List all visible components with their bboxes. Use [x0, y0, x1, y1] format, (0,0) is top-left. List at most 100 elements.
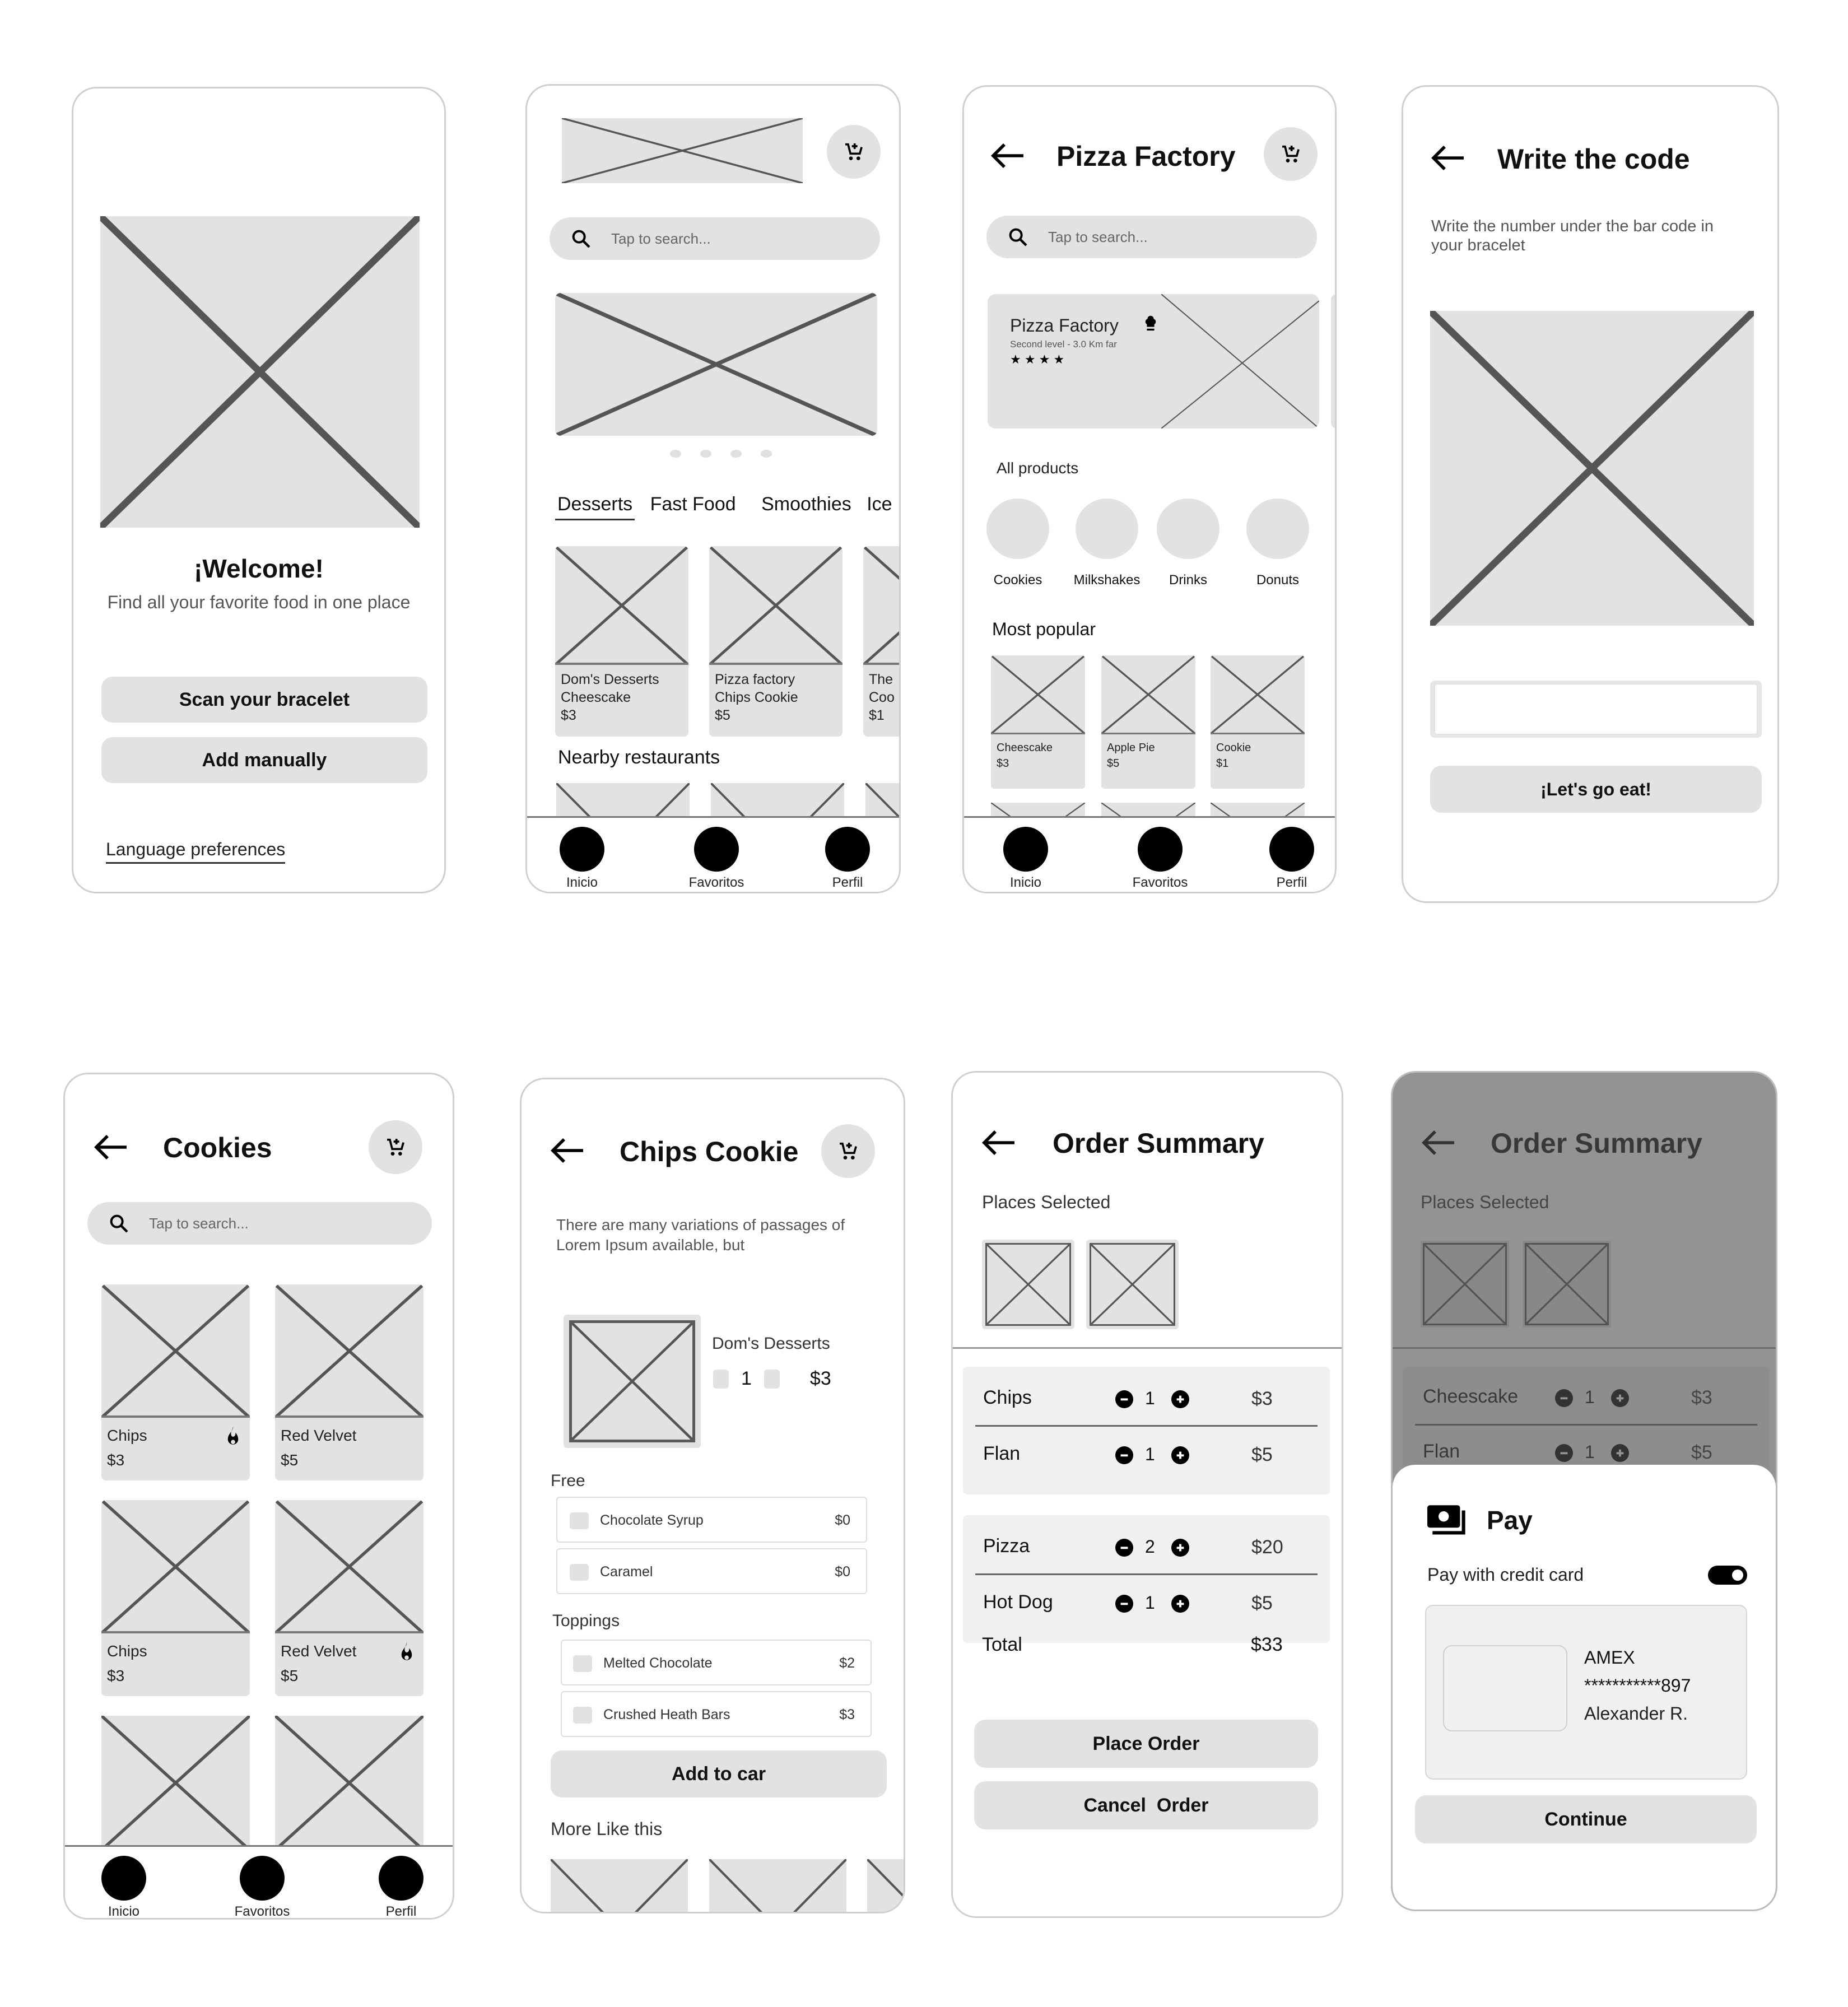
cart-button[interactable]	[827, 125, 881, 179]
decrease-button[interactable]	[1115, 1446, 1133, 1464]
free-section-title: Free	[551, 1472, 585, 1490]
tab-ice[interactable]: Ice	[867, 493, 892, 515]
featured-card[interactable]: Pizza factory Chips Cookie $5	[709, 546, 842, 737]
promo-banner-placeholder[interactable]	[555, 293, 877, 436]
nav-favoritos[interactable]: Favoritos	[229, 1856, 296, 1918]
cookie-card[interactable]	[275, 1716, 423, 1850]
related-card[interactable]	[551, 1859, 688, 1912]
place-order-button[interactable]: Place Order	[974, 1720, 1318, 1768]
search-bar[interactable]	[87, 1202, 432, 1245]
cookie-card[interactable]: Chips $3	[101, 1500, 250, 1696]
carousel-dot[interactable]	[730, 450, 742, 458]
tab-fast-food[interactable]: Fast Food	[650, 493, 736, 515]
cookie-card[interactable]: Chips $3	[101, 1284, 250, 1480]
page-title: Chips Cookie	[620, 1136, 799, 1167]
increase-quantity-button[interactable]	[764, 1369, 780, 1389]
back-button[interactable]	[981, 1129, 1017, 1157]
selected-place[interactable]	[1086, 1240, 1179, 1329]
popular-name: Cookie	[1216, 742, 1251, 754]
tab-smoothies[interactable]: Smoothies	[761, 493, 851, 515]
language-preferences-link[interactable]: Language preferences	[106, 839, 286, 864]
nav-perfil[interactable]: Perfil	[1258, 827, 1325, 891]
nav-favoritos[interactable]: Favoritos	[1127, 827, 1194, 891]
topping-name: Crushed Heath Bars	[603, 1707, 730, 1722]
decrease-button[interactable]	[1115, 1539, 1133, 1557]
payment-title: Pay	[1487, 1506, 1533, 1535]
cart-button[interactable]	[369, 1120, 422, 1174]
option-checkbox[interactable]	[570, 1564, 589, 1581]
restaurant-banner[interactable]: Pizza Factory Second level - 3.0 Km far …	[988, 294, 1319, 429]
featured-card[interactable]: The Coo $1	[863, 546, 899, 737]
featured-restaurant: The	[869, 672, 893, 687]
category-image	[1157, 499, 1219, 559]
item-name: Flan	[983, 1443, 1021, 1464]
decrease-quantity-button[interactable]	[713, 1369, 729, 1389]
decrease-button[interactable]	[1115, 1390, 1133, 1408]
increase-button[interactable]	[1171, 1595, 1189, 1613]
back-button[interactable]	[1430, 144, 1466, 172]
scan-bracelet-button[interactable]: Scan your bracelet	[101, 677, 427, 723]
popular-card[interactable]: Apple Pie $5	[1101, 655, 1195, 789]
code-input-frame	[1430, 681, 1762, 738]
add-to-cart-button[interactable]: Add to car	[551, 1750, 887, 1798]
featured-card[interactable]: Dom's Desserts Cheescake $3	[555, 546, 688, 737]
search-input[interactable]	[611, 230, 828, 248]
decrease-button[interactable]	[1115, 1595, 1133, 1613]
carousel-dot[interactable]	[670, 450, 681, 458]
continue-button[interactable]: Continue	[1415, 1795, 1757, 1843]
cart-button[interactable]	[1264, 127, 1318, 181]
nav-inicio[interactable]: Inicio	[548, 827, 616, 891]
minus-circle-icon	[1120, 1398, 1128, 1401]
option-checkbox[interactable]	[570, 1512, 589, 1529]
logo-placeholder	[562, 118, 803, 183]
cookie-card[interactable]	[101, 1716, 250, 1850]
search-bar[interactable]	[550, 217, 880, 260]
nav-inicio[interactable]: Inicio	[90, 1856, 157, 1918]
topping-row[interactable]: Melted Chocolate $2	[561, 1640, 872, 1685]
nav-perfil[interactable]: Perfil	[814, 827, 881, 891]
nav-inicio[interactable]: Inicio	[992, 827, 1059, 891]
product-category-cookies[interactable]: Cookies	[985, 499, 1050, 588]
cookie-card[interactable]: Red Velvet $5	[275, 1500, 423, 1696]
increase-button[interactable]	[1171, 1539, 1189, 1557]
related-card[interactable]	[709, 1859, 846, 1912]
search-input[interactable]	[1048, 228, 1265, 246]
code-input[interactable]	[1435, 684, 1757, 734]
add-manually-button[interactable]: Add manually	[101, 737, 427, 783]
back-button[interactable]	[990, 142, 1026, 170]
nav-perfil[interactable]: Perfil	[367, 1856, 435, 1918]
credit-card-toggle[interactable]	[1708, 1566, 1747, 1585]
cancel-order-button[interactable]: Cancel Order	[974, 1781, 1318, 1829]
topping-checkbox[interactable]	[573, 1707, 592, 1724]
cookie-card[interactable]: Red Velvet $5	[275, 1284, 423, 1480]
topping-row[interactable]: Crushed Heath Bars $3	[561, 1691, 872, 1737]
related-card[interactable]	[867, 1859, 904, 1912]
option-row[interactable]: Chocolate Syrup $0	[556, 1497, 867, 1543]
product-category-donuts[interactable]: Donuts	[1241, 499, 1314, 588]
carousel-dot[interactable]	[761, 450, 772, 458]
tab-desserts[interactable]: Desserts	[555, 493, 635, 520]
next-banner-peek[interactable]	[1331, 294, 1335, 429]
back-button[interactable]	[93, 1133, 129, 1161]
profile-icon	[379, 1856, 423, 1901]
back-button[interactable]	[550, 1137, 585, 1165]
product-category-milkshakes[interactable]: Milkshakes	[1065, 499, 1149, 588]
saved-card[interactable]: AMEX ***********897 Alexander R.	[1425, 1605, 1747, 1780]
search-bar[interactable]	[986, 216, 1317, 258]
welcome-image-placeholder	[100, 216, 420, 528]
selected-place[interactable]	[982, 1240, 1074, 1329]
cart-button[interactable]	[821, 1124, 875, 1178]
nav-favoritos[interactable]: Favoritos	[683, 827, 750, 891]
topping-checkbox[interactable]	[573, 1655, 592, 1672]
increase-button[interactable]	[1171, 1446, 1189, 1464]
carousel-dot[interactable]	[700, 450, 711, 458]
increase-button[interactable]	[1171, 1390, 1189, 1408]
plus-circle-icon	[1176, 1395, 1184, 1403]
popular-card[interactable]: Cheescake $3	[991, 655, 1085, 789]
lets-go-eat-button[interactable]: ¡Let's go eat!	[1430, 766, 1762, 813]
product-category-drinks[interactable]: Drinks	[1152, 499, 1225, 588]
popular-card[interactable]: Cookie $1	[1211, 655, 1305, 789]
search-input[interactable]	[149, 1214, 376, 1232]
profile-icon	[1269, 827, 1314, 872]
option-row[interactable]: Caramel $0	[556, 1548, 867, 1594]
